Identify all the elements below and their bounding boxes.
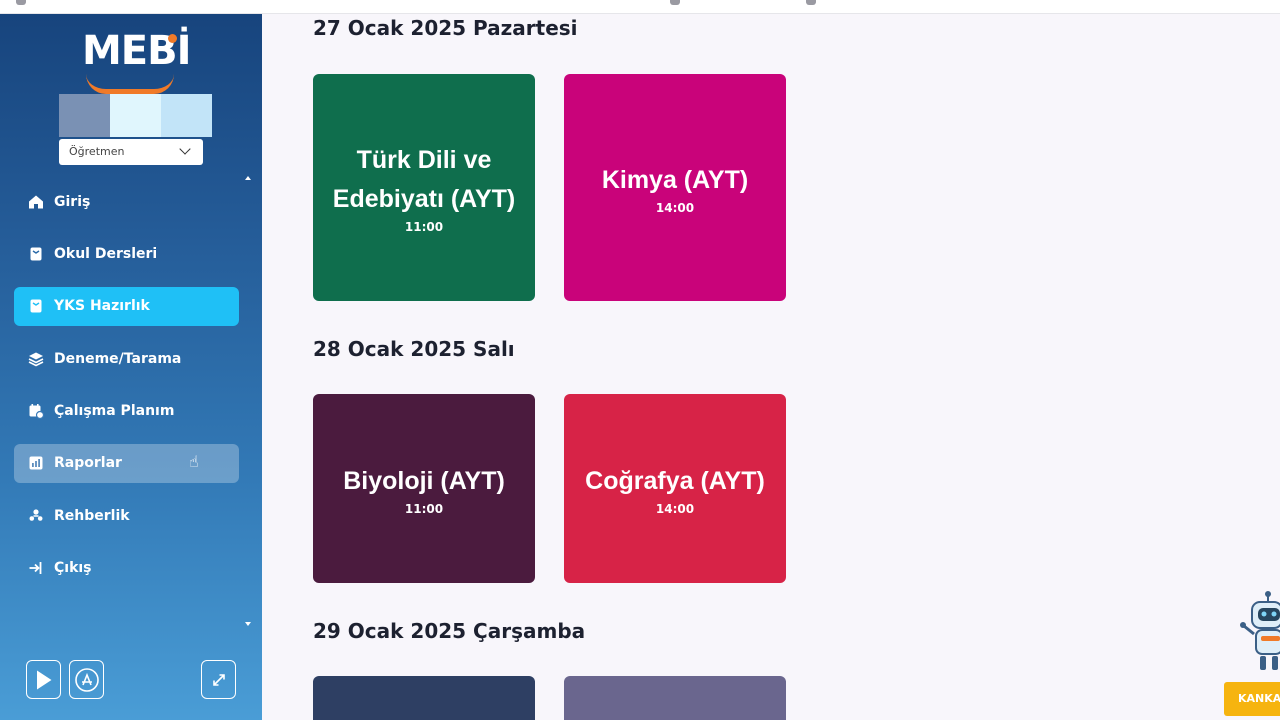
- sidebar-item-rehberlik[interactable]: Rehberlik: [14, 496, 239, 535]
- exam-card[interactable]: Kimya (AYT) 14:00: [564, 74, 786, 301]
- assistant-button[interactable]: KANKA': [1224, 682, 1280, 716]
- sidebar-item-giris[interactable]: Giriş: [14, 182, 239, 221]
- day-title: 29 Ocak 2025 Çarşamba: [313, 619, 586, 643]
- sidebar: MEBİ Öğretmen Giriş Okul Dersleri YKS Ha…: [0, 14, 262, 720]
- sidebar-item-yks-hazirlik[interactable]: YKS Hazırlık: [14, 286, 239, 326]
- chevron-down-icon: [179, 143, 191, 155]
- scroll-down-arrow[interactable]: [245, 622, 251, 626]
- scroll-up-arrow[interactable]: [245, 176, 251, 180]
- expand-icon: [212, 673, 225, 686]
- logo-smile: [86, 74, 174, 94]
- exam-card[interactable]: [313, 676, 535, 720]
- people-icon: [28, 508, 44, 524]
- exam-card[interactable]: Coğrafya (AYT) 14:00: [564, 394, 786, 583]
- sidebar-item-label: Çıkış: [54, 560, 92, 577]
- sidebar-item-okul-dersleri[interactable]: Okul Dersleri: [14, 234, 239, 273]
- user-avatar: [59, 94, 212, 137]
- exam-subject: Coğrafya (AYT): [585, 466, 765, 495]
- google-play-button[interactable]: [26, 660, 61, 699]
- book-icon: [28, 246, 44, 262]
- day-title: 27 Ocak 2025 Pazartesi: [313, 16, 578, 40]
- exam-card[interactable]: Türk Dili ve Edebiyatı (AYT) 11:00: [313, 74, 535, 301]
- browser-top-strip: [0, 0, 1280, 14]
- sidebar-item-label: Çalışma Planım: [54, 403, 175, 420]
- calendar-gear-icon: [28, 403, 44, 420]
- sidebar-item-label: YKS Hazırlık: [54, 298, 150, 315]
- sidebar-item-deneme-tarama[interactable]: Deneme/Tarama: [14, 339, 239, 378]
- sidebar-item-label: Raporlar: [54, 455, 122, 472]
- brand-logo[interactable]: MEBİ: [82, 28, 191, 94]
- app-store-button[interactable]: [69, 660, 104, 699]
- exam-subject: Türk Dili ve Edebiyatı (AYT): [332, 146, 516, 213]
- browser-icon: [16, 0, 26, 5]
- logout-icon: [28, 560, 44, 576]
- exam-card[interactable]: [564, 676, 786, 720]
- home-icon: [28, 194, 44, 210]
- exam-time: 14:00: [655, 501, 695, 516]
- sidebar-item-cikis[interactable]: Çıkış: [14, 549, 239, 588]
- logo-dot: [168, 34, 177, 43]
- layers-icon: [28, 351, 44, 367]
- browser-icon: [670, 0, 680, 5]
- role-select-value: Öğretmen: [69, 145, 125, 158]
- exam-subject: Biyoloji (AYT): [343, 466, 505, 495]
- google-play-icon: [36, 670, 51, 689]
- role-select[interactable]: Öğretmen: [59, 139, 203, 165]
- sidebar-item-label: Deneme/Tarama: [54, 350, 182, 367]
- exam-subject: Kimya (AYT): [601, 165, 749, 194]
- app-store-icon: [74, 667, 99, 692]
- exam-time: 11:00: [404, 220, 444, 234]
- hand-pointer-icon: ☝: [189, 451, 199, 471]
- sidebar-item-label: Giriş: [54, 193, 91, 210]
- fullscreen-button[interactable]: [201, 660, 236, 699]
- book-icon: [28, 298, 44, 314]
- exam-time: 11:00: [404, 501, 444, 516]
- sidebar-item-label: Okul Dersleri: [54, 245, 158, 262]
- sidebar-item-label: Rehberlik: [54, 507, 130, 524]
- sidebar-item-calisma-planim[interactable]: Çalışma Planım: [14, 392, 239, 431]
- exam-card[interactable]: Biyoloji (AYT) 11:00: [313, 394, 535, 583]
- sidebar-nav: Giriş Okul Dersleri YKS Hazırlık Deneme/…: [14, 182, 239, 601]
- schedule-main: 27 Ocak 2025 Pazartesi Türk Dili ve Edeb…: [262, 14, 1280, 720]
- assistant-robot-icon[interactable]: [1238, 588, 1280, 680]
- exam-time: 14:00: [655, 200, 695, 215]
- day-title: 28 Ocak 2025 Salı: [313, 337, 515, 361]
- browser-icon: [806, 0, 816, 5]
- sidebar-item-raporlar[interactable]: Raporlar ☝: [14, 443, 239, 483]
- report-chart-icon: [28, 455, 44, 471]
